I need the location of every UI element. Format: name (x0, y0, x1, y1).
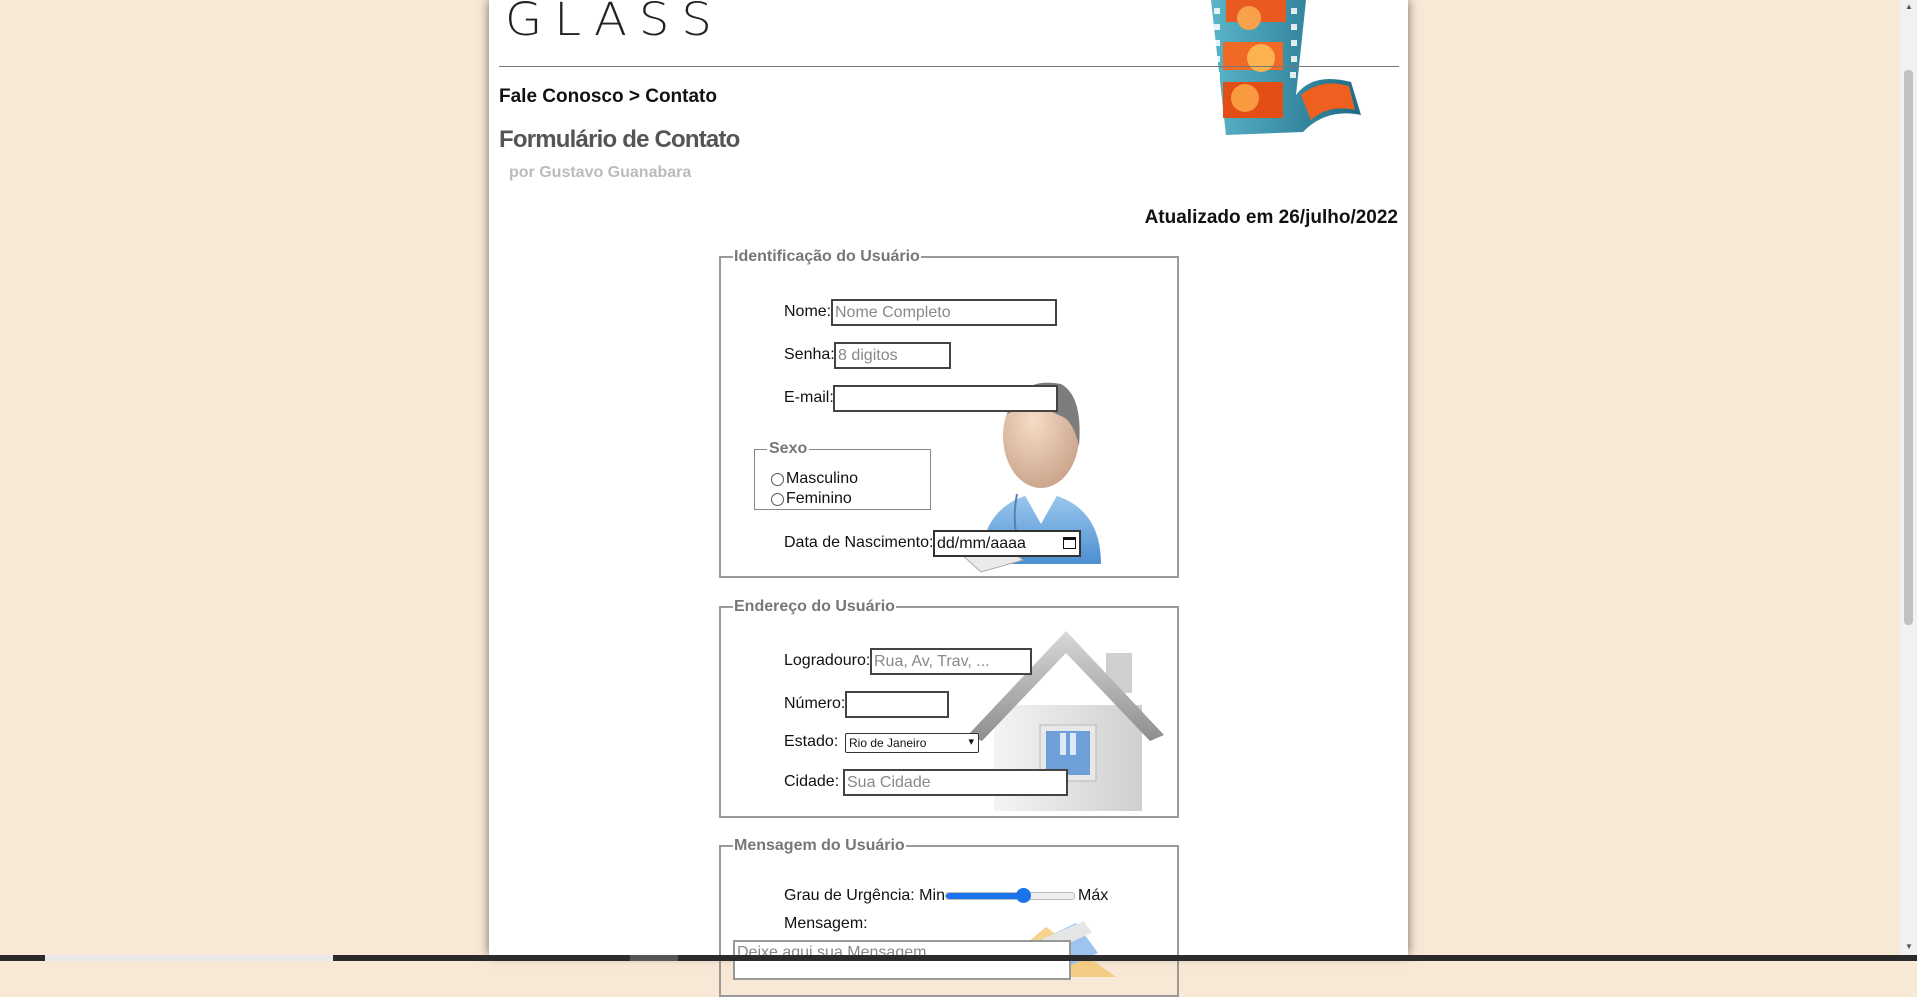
estado-selected-value: Rio de Janeiro (849, 736, 927, 750)
logradouro-input[interactable] (870, 648, 1032, 675)
sexo-option-label: Masculino (786, 470, 859, 487)
scrollbar-thumb[interactable] (1904, 70, 1913, 625)
taskbar-item[interactable] (45, 955, 333, 961)
nome-label: Nome: (784, 303, 832, 320)
chevron-down-icon: ▾ (968, 736, 974, 748)
numero-input[interactable] (845, 691, 949, 718)
nascimento-value: dd/mm/aaaa (937, 535, 1026, 552)
site-logo: GLASS (505, 0, 724, 47)
breadcrumb: Fale Conosco > Contato (499, 86, 717, 107)
updated-date: Atualizado em 26/julho/2022 (1144, 207, 1398, 228)
page-scrollbar[interactable]: ▲ ▼ (1900, 0, 1917, 955)
mensagem-fieldset: Mensagem do Usuário Grau de Urgência: Mi… (719, 837, 1179, 997)
cidade-input[interactable] (843, 769, 1068, 796)
sexo-legend: Sexo (769, 440, 808, 457)
film-strip-icon (1211, 0, 1361, 135)
sexo-option-masculino[interactable]: Masculino (771, 470, 858, 488)
mensagem-legend: Mensagem do Usuário (734, 837, 905, 854)
page-subtitle: por Gustavo Guanabara (509, 164, 692, 181)
sexo-fieldset: Sexo Masculino Feminino (754, 440, 931, 510)
endereco-legend: Endereço do Usuário (734, 598, 895, 615)
page-title: Formulário de Contato (499, 126, 740, 153)
email-label: E-mail: (784, 389, 834, 406)
taskbar (0, 955, 1917, 961)
sexo-option-feminino[interactable]: Feminino (771, 490, 852, 508)
nome-input[interactable] (831, 299, 1057, 326)
radio-feminino[interactable] (771, 492, 784, 506)
calendar-icon[interactable] (1063, 537, 1076, 549)
identificacao-fieldset: Identificação do Usuário Nome: Senha: E-… (719, 248, 1179, 578)
logradouro-label: Logradouro: (784, 652, 871, 669)
mensagem-label: Mensagem: (784, 915, 868, 932)
page-container: GLASS Fale Conosco > Contato Formulário (489, 0, 1408, 997)
radio-masculino[interactable] (771, 472, 784, 486)
urgencia-slider[interactable] (945, 888, 1075, 903)
header-divider (499, 66, 1399, 67)
identificacao-legend: Identificação do Usuário (734, 248, 920, 265)
estado-select[interactable]: Rio de Janeiro ▾ (845, 733, 979, 753)
taskbar-item[interactable] (630, 955, 678, 961)
nascimento-date-input[interactable]: dd/mm/aaaa (933, 530, 1081, 557)
scroll-up-icon[interactable]: ▲ (1905, 2, 1913, 11)
estado-label: Estado: (784, 733, 839, 750)
email-input[interactable] (833, 385, 1058, 412)
urgencia-slider-fill (946, 893, 1023, 899)
endereco-fieldset: Endereço do Usuário Logradouro: Número: … (719, 598, 1179, 818)
numero-label: Número: (784, 695, 846, 712)
urgencia-slider-thumb[interactable] (1015, 888, 1031, 903)
scroll-down-icon[interactable]: ▼ (1905, 942, 1913, 951)
urgencia-max-label: Máx (1078, 887, 1109, 904)
nascimento-label: Data de Nascimento: (784, 534, 934, 551)
sexo-option-label: Feminino (786, 490, 852, 507)
senha-input[interactable] (834, 342, 951, 369)
cidade-label: Cidade: (784, 773, 840, 790)
urgencia-label: Grau de Urgência: Min (784, 887, 945, 904)
senha-label: Senha: (784, 346, 835, 363)
